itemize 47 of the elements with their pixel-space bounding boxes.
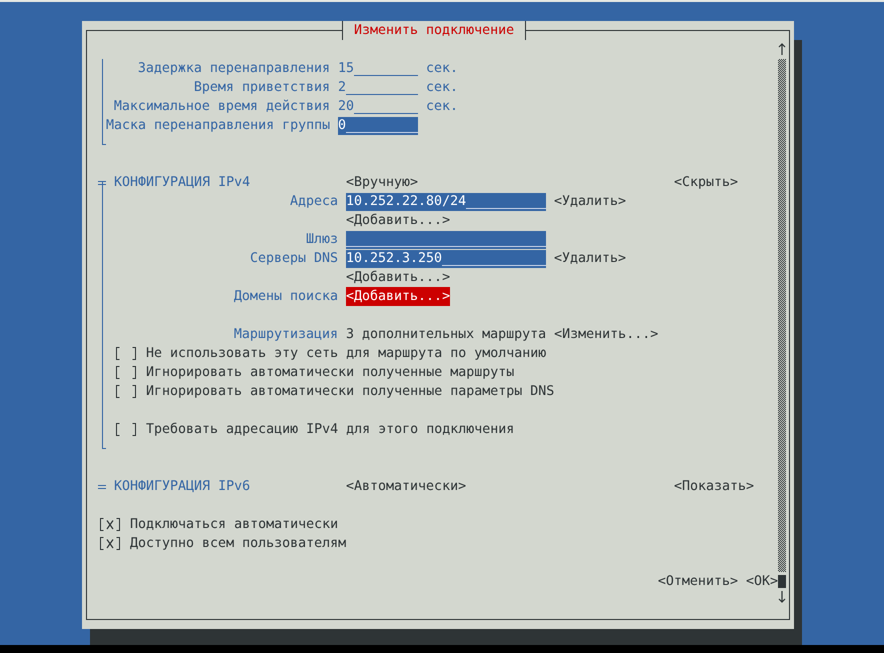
field-label: Шлюз	[304, 231, 338, 249]
remove-button[interactable]: <Удалить>	[554, 249, 626, 268]
checkbox[interactable]	[98, 537, 122, 550]
field-label: Время приветствия	[192, 79, 330, 97]
unit-label: сек.	[426, 79, 458, 97]
field-label: Адреса	[288, 193, 338, 211]
checkbox[interactable]	[114, 385, 138, 398]
checkbox-label: Игнорировать автоматически полученные маршруты	[146, 364, 514, 382]
checkbox-label: Доступно всем пользователям	[130, 535, 346, 553]
add-button[interactable]: <Добавить...>	[346, 268, 450, 287]
dialog-button[interactable]: <Отменить>	[658, 572, 738, 591]
section-toggle-button[interactable]: <Скрыть>	[674, 173, 738, 192]
add-button[interactable]: <Добавить...>	[346, 287, 450, 306]
add-button[interactable]: <Добавить...>	[346, 211, 450, 230]
field-label: Маска перенаправления группы	[106, 117, 330, 135]
dialog-title: Изменить подключение	[342, 21, 526, 40]
field-label: Серверы DNS	[248, 250, 338, 268]
field-label: Максимальное время действия	[112, 98, 330, 116]
checkbox[interactable]	[114, 423, 138, 436]
mode-button[interactable]: <Автоматически>	[346, 477, 466, 496]
input-field[interactable]: 0	[338, 116, 418, 134]
checkbox[interactable]	[114, 366, 138, 379]
checkbox[interactable]	[114, 347, 138, 360]
field-label: Задержка перенаправления	[136, 60, 330, 78]
mode-button[interactable]: <Вручную>	[346, 173, 418, 192]
checkbox-label: Игнорировать автоматически полученные параметры DNS	[146, 383, 554, 401]
dialog-button[interactable]: <OK>	[746, 572, 778, 591]
checkbox[interactable]	[98, 518, 122, 531]
edit-button[interactable]: <Изменить...>	[554, 325, 658, 344]
checkbox-label: Требовать адресацию IPv4 для этого подключения	[146, 421, 514, 439]
input-field[interactable]: 10.252.3.250	[346, 250, 546, 268]
arrow-down-icon	[778, 591, 786, 603]
checkbox-label: Подключаться автоматически	[130, 516, 338, 534]
input-field[interactable]	[346, 230, 546, 248]
checkbox-label: Не использовать эту сеть для маршрута по умолчанию	[146, 345, 546, 363]
unit-label: сек.	[426, 60, 458, 78]
remove-button[interactable]: <Удалить>	[554, 192, 626, 211]
arrow-up-icon	[778, 43, 786, 55]
section-toggle-button[interactable]: <Показать>	[674, 477, 754, 496]
field-label: Маршрутизация	[232, 326, 338, 344]
section-title: КОНФИГУРАЦИЯ IPv4	[114, 174, 250, 192]
section-title: КОНФИГУРАЦИЯ IPv6	[114, 478, 250, 496]
field-label: Домены поиска	[232, 288, 338, 306]
unit-label: сек.	[426, 98, 458, 116]
scrollbar-thumb	[778, 575, 786, 588]
routing-summary: 3 дополнительных маршрута	[346, 326, 546, 344]
input-field[interactable]: 10.252.22.80/24	[346, 192, 546, 210]
